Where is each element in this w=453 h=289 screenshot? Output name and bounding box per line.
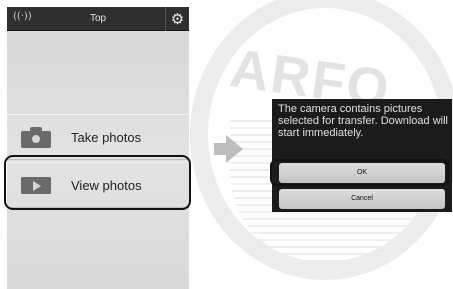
dialog-message: The camera contains pictures selected fo…	[278, 103, 448, 139]
ok-button-highlight	[270, 159, 449, 186]
screen-title: Top	[89, 13, 107, 24]
gear-icon[interactable]: ⚙	[165, 7, 189, 31]
phone-screen: ((·)) Top ⚙ Take photos View photos	[7, 7, 189, 289]
take-photos-item[interactable]: Take photos	[7, 114, 189, 160]
camera-icon	[21, 126, 53, 148]
view-photos-highlight	[4, 155, 191, 210]
arrow-right-icon	[214, 135, 243, 163]
take-photos-label: Take photos	[71, 129, 142, 145]
transfer-dialog: The camera contains pictures selected fo…	[272, 99, 452, 212]
top-bar: ((·)) Top ⚙	[7, 7, 189, 31]
cancel-button[interactable]: Cancel	[279, 189, 445, 209]
